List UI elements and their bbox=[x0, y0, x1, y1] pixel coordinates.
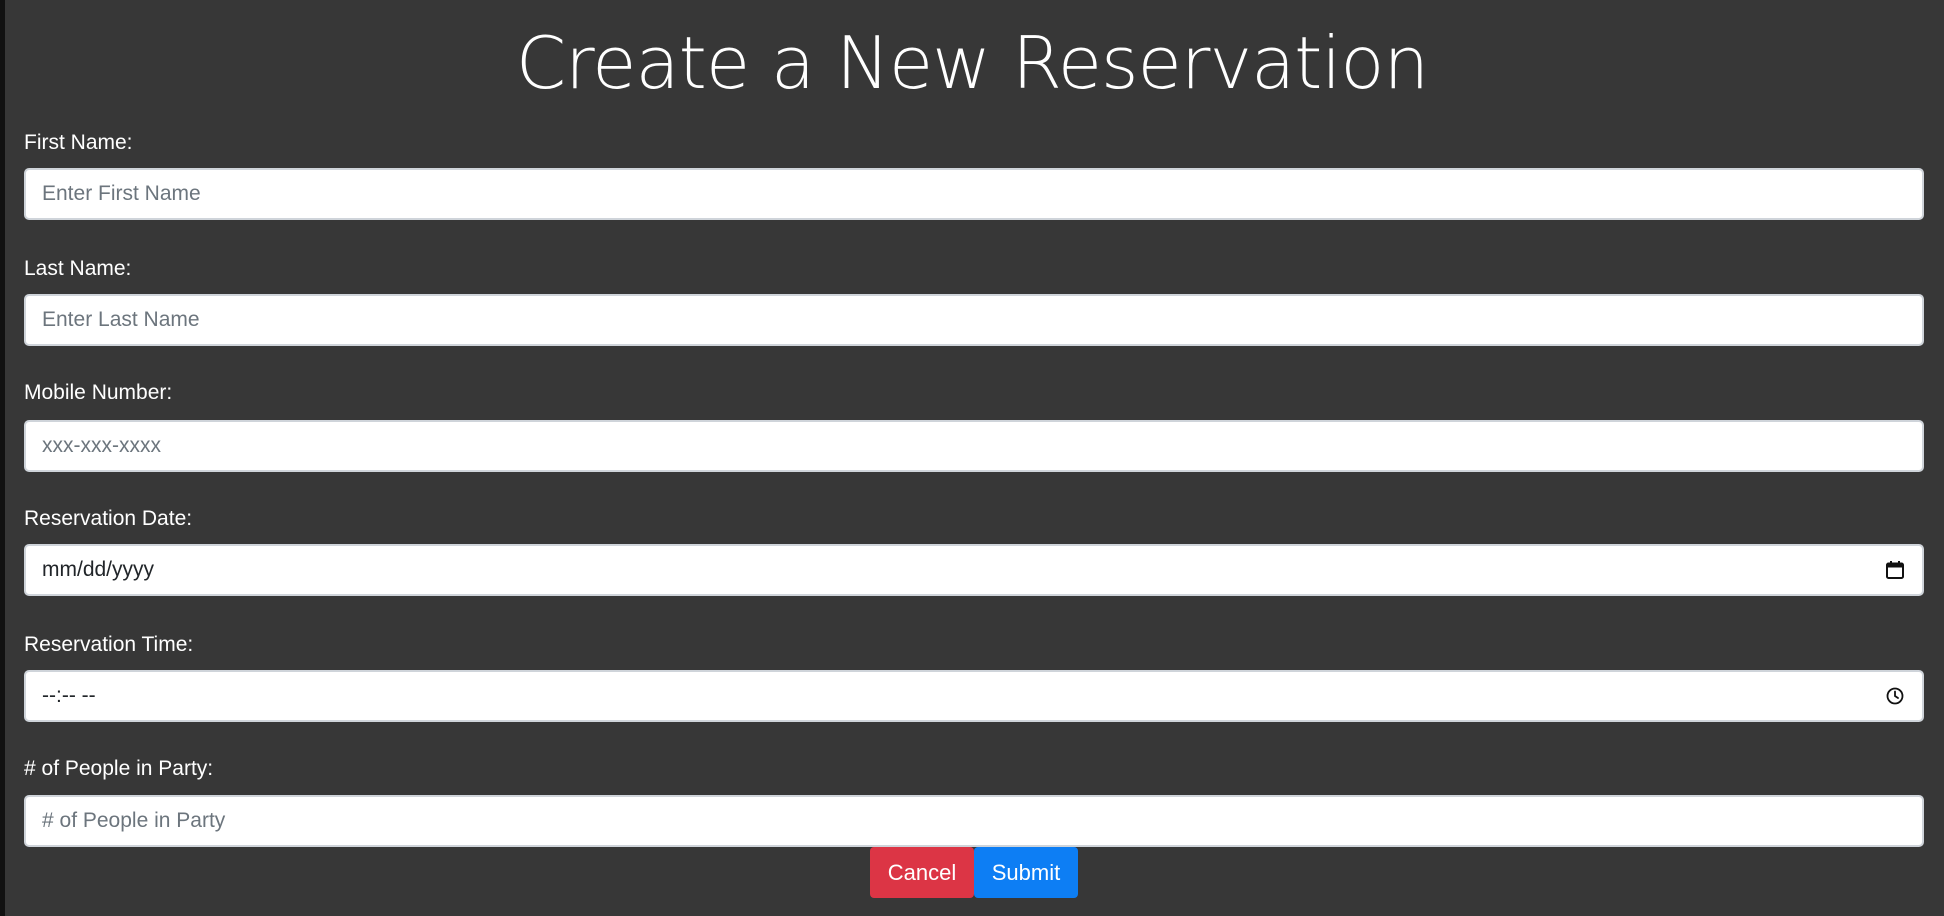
reservation-date-value: mm/dd/yyyy bbox=[42, 558, 155, 581]
submit-button[interactable]: Submit bbox=[974, 847, 1078, 898]
cancel-button[interactable]: Cancel bbox=[870, 847, 974, 898]
reservation-time-value: --:-- -- bbox=[42, 684, 96, 707]
reservation-time-label: Reservation Time: bbox=[24, 633, 194, 656]
people-count-placeholder: # of People in Party bbox=[42, 809, 226, 832]
mobile-number-placeholder: xxx-xxx-xxxx bbox=[42, 434, 161, 457]
mobile-number-input[interactable]: xxx-xxx-xxxx bbox=[24, 420, 1924, 472]
reservation-date-label: Reservation Date: bbox=[24, 507, 193, 530]
clock-icon[interactable] bbox=[1884, 685, 1906, 707]
last-name-input[interactable]: Enter Last Name bbox=[24, 294, 1924, 346]
people-count-label: # of People in Party: bbox=[24, 757, 214, 780]
calendar-icon[interactable] bbox=[1884, 559, 1906, 581]
mobile-number-label: Mobile Number: bbox=[24, 381, 173, 404]
last-name-label: Last Name: bbox=[24, 257, 132, 280]
window-left-edge bbox=[0, 0, 5, 916]
page-title: Create a New Reservation bbox=[515, 21, 1429, 105]
first-name-label: First Name: bbox=[24, 131, 133, 154]
people-count-input[interactable]: # of People in Party bbox=[24, 795, 1924, 847]
reservation-date-input[interactable]: mm/dd/yyyy bbox=[24, 544, 1924, 596]
last-name-placeholder: Enter Last Name bbox=[42, 308, 200, 331]
first-name-placeholder: Enter First Name bbox=[42, 182, 201, 205]
first-name-input[interactable]: Enter First Name bbox=[24, 168, 1924, 220]
reservation-time-input[interactable]: --:-- -- bbox=[24, 670, 1924, 722]
